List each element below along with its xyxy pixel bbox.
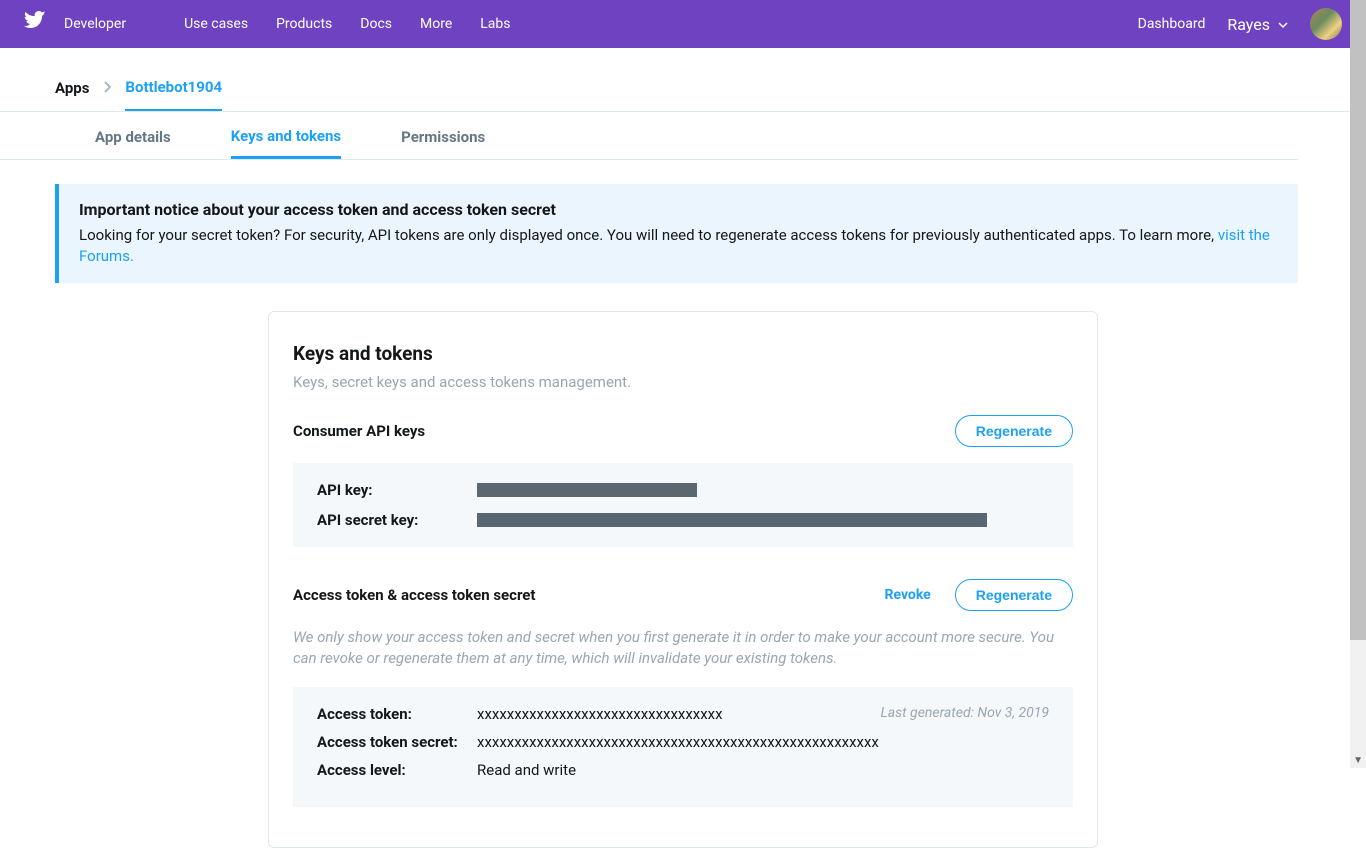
nav-products[interactable]: Products <box>276 16 332 32</box>
breadcrumb-app-name[interactable]: Bottlebot1904 <box>125 78 222 111</box>
last-generated: Last generated: Nov 3, 2019 <box>880 705 1049 721</box>
avatar[interactable] <box>1310 8 1342 40</box>
access-title: Access token & access token secret <box>293 586 536 604</box>
access-level-value: Read and write <box>477 761 576 779</box>
nav-labs[interactable]: Labs <box>480 16 510 32</box>
api-key-label: API key: <box>317 481 477 499</box>
access-secret-row: Access token secret: xxxxxxxxxxxxxxxxxxx… <box>317 733 879 751</box>
regenerate-access-button[interactable]: Regenerate <box>955 579 1073 611</box>
tab-permissions[interactable]: Permissions <box>401 128 485 159</box>
twitter-logo-icon <box>24 11 46 37</box>
tab-row: App details Keys and tokens Permissions <box>0 112 1298 160</box>
card-title: Keys and tokens <box>293 342 1073 365</box>
api-secret-value-redacted <box>477 513 987 527</box>
access-token-value: xxxxxxxxxxxxxxxxxxxxxxxxxxxxxxxxx <box>477 705 723 723</box>
api-secret-label: API secret key: <box>317 511 477 529</box>
breadcrumb-apps[interactable]: Apps <box>55 79 89 111</box>
tab-keys-and-tokens[interactable]: Keys and tokens <box>231 127 341 159</box>
api-key-value-redacted <box>477 483 697 497</box>
access-level-row: Access level: Read and write <box>317 761 879 779</box>
scroll-thumb[interactable] <box>1350 0 1366 640</box>
access-section-header: Access token & access token secret Revok… <box>293 579 1073 611</box>
nav-docs[interactable]: Docs <box>360 16 392 32</box>
nav-usecases[interactable]: Use cases <box>184 16 248 32</box>
top-nav: Developer Use cases Products Docs More L… <box>0 0 1366 48</box>
chevron-down-icon <box>1278 15 1288 34</box>
notice-text: Looking for your secret token? For secur… <box>79 226 1218 244</box>
regenerate-consumer-button[interactable]: Regenerate <box>955 415 1073 447</box>
tab-app-details[interactable]: App details <box>95 128 171 159</box>
notice-body: Looking for your secret token? For secur… <box>79 225 1278 267</box>
api-key-row: API key: <box>317 481 1049 499</box>
access-level-label: Access level: <box>317 761 477 779</box>
consumer-section-header: Consumer API keys Regenerate <box>293 415 1073 447</box>
nav-dashboard[interactable]: Dashboard <box>1138 16 1206 32</box>
access-tokens-box: Access token: xxxxxxxxxxxxxxxxxxxxxxxxxx… <box>293 687 1073 807</box>
breadcrumb-bar: Apps Bottlebot1904 <box>0 64 1366 112</box>
scrollbar[interactable]: ▲ ▼ <box>1350 0 1366 768</box>
breadcrumb: Apps Bottlebot1904 <box>55 78 222 111</box>
keys-card: Keys and tokens Keys, secret keys and ac… <box>268 311 1098 848</box>
nav-developer[interactable]: Developer <box>64 16 126 32</box>
api-secret-row: API secret key: <box>317 511 1049 529</box>
nav-more[interactable]: More <box>420 16 452 32</box>
notice-title: Important notice about your access token… <box>79 200 1278 219</box>
notice-banner: Important notice about your access token… <box>55 184 1298 283</box>
revoke-link[interactable]: Revoke <box>885 587 931 603</box>
access-secret-value: xxxxxxxxxxxxxxxxxxxxxxxxxxxxxxxxxxxxxxxx… <box>477 733 879 751</box>
chevron-right-icon <box>103 79 111 111</box>
consumer-keys-box: API key: API secret key: <box>293 463 1073 547</box>
access-token-label: Access token: <box>317 705 477 723</box>
access-note: We only show your access token and secre… <box>293 627 1073 669</box>
scroll-down-icon[interactable]: ▼ <box>1353 755 1363 766</box>
access-token-row: Access token: xxxxxxxxxxxxxxxxxxxxxxxxxx… <box>317 705 879 723</box>
access-secret-label: Access token secret: <box>317 733 477 751</box>
user-menu[interactable]: Rayes <box>1227 15 1288 34</box>
user-name: Rayes <box>1227 15 1270 34</box>
consumer-title: Consumer API keys <box>293 422 425 440</box>
card-subtitle: Keys, secret keys and access tokens mana… <box>293 373 1073 391</box>
